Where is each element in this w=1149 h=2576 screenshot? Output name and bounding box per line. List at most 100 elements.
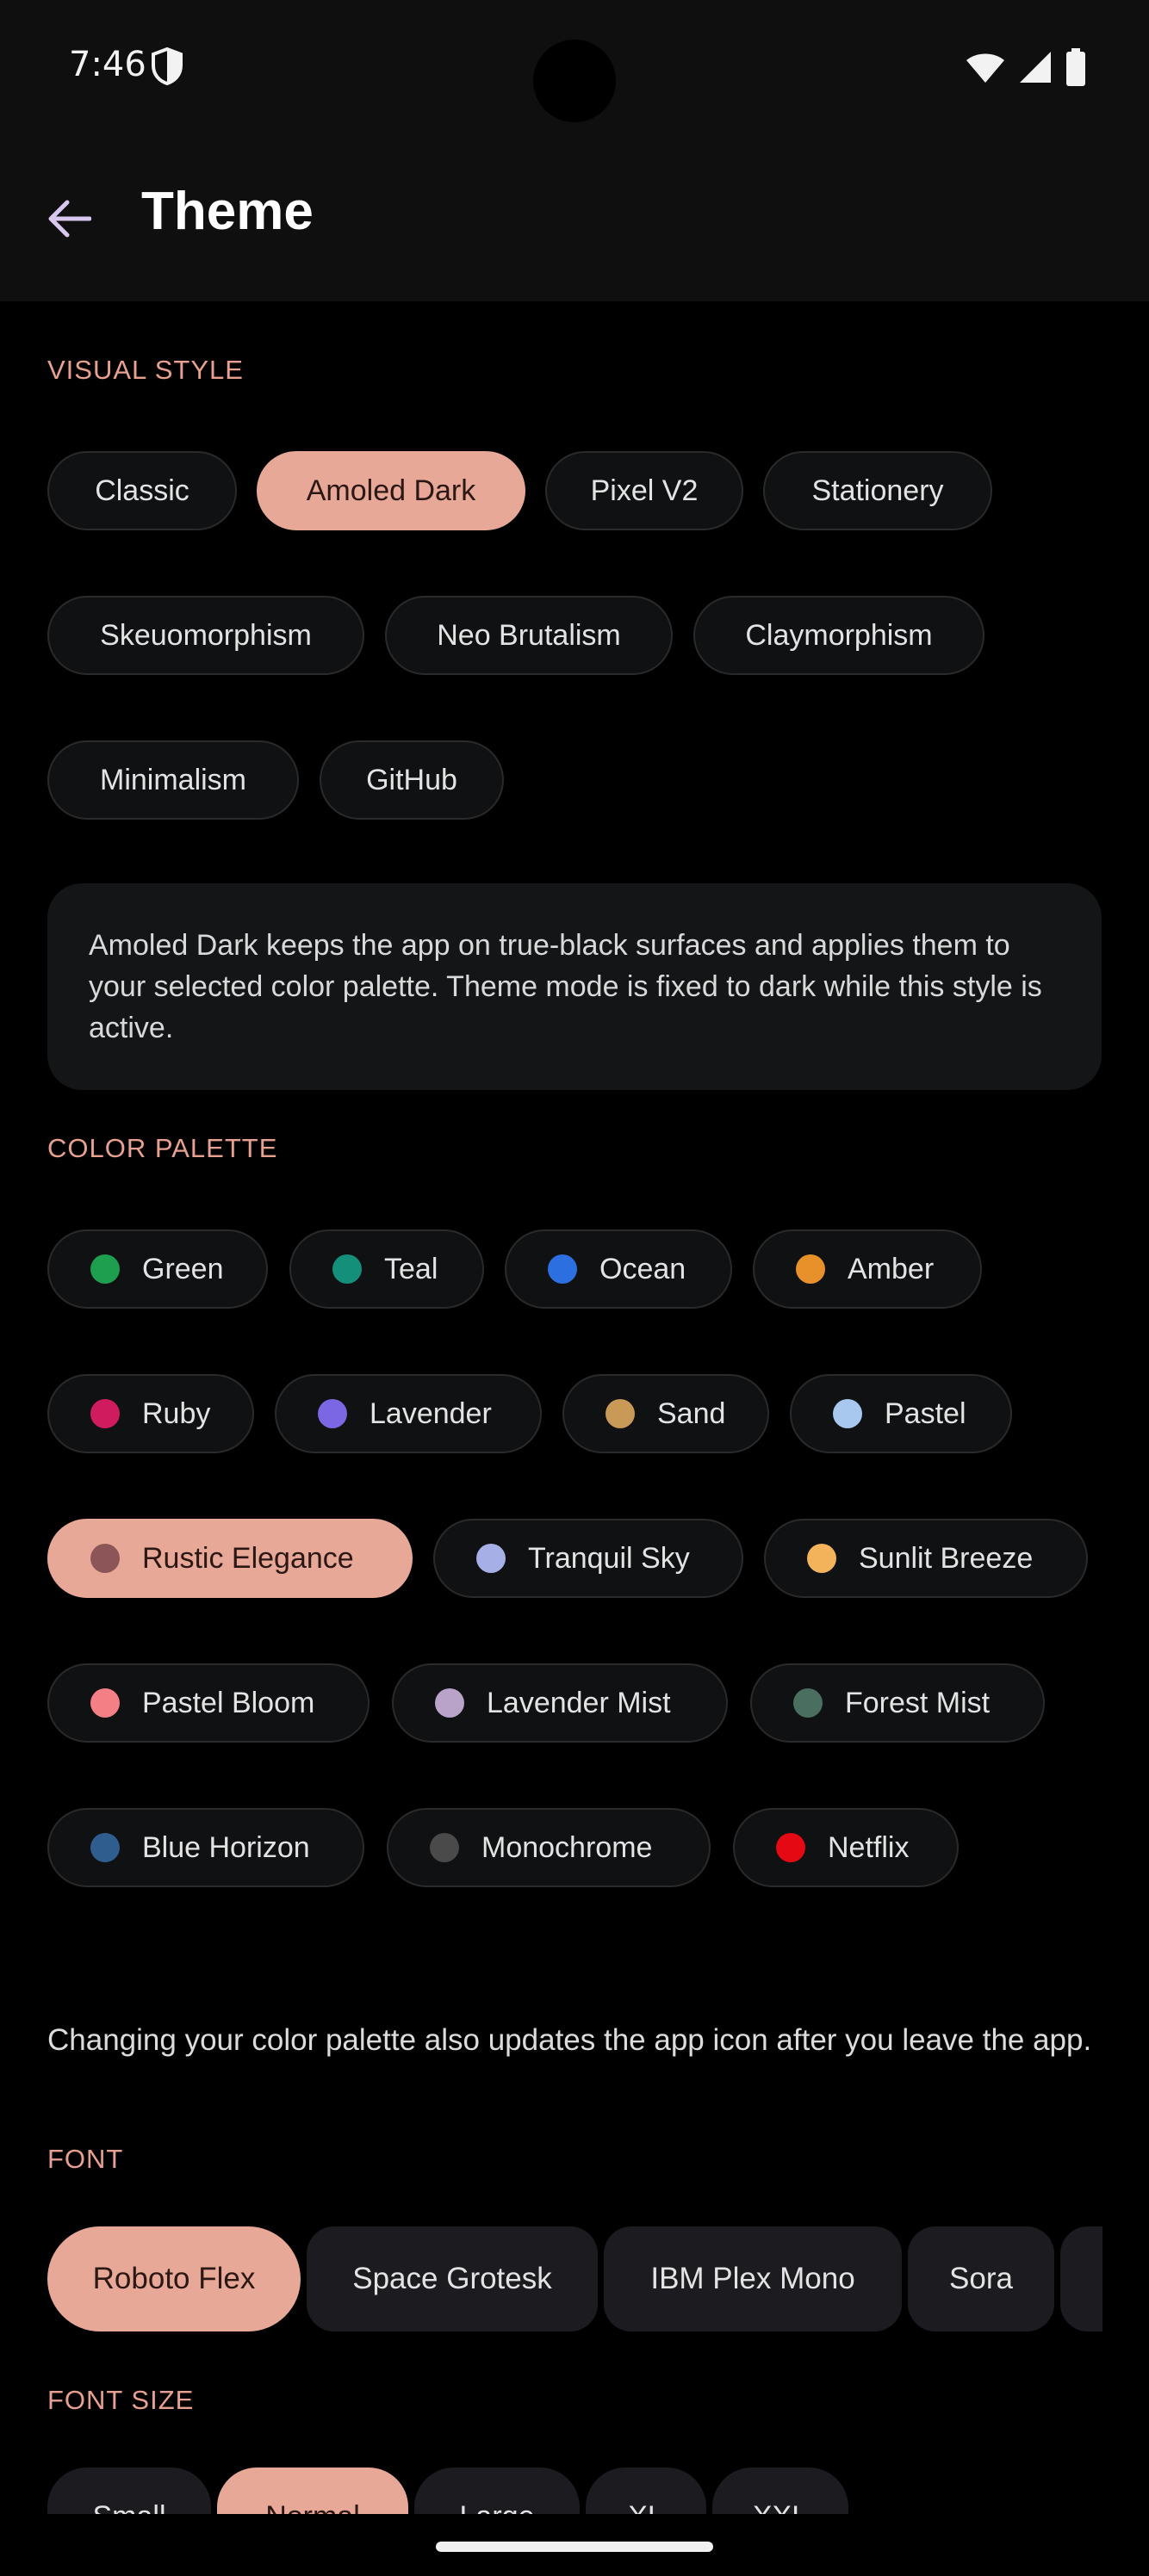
size-chip-normal[interactable]: Normal xyxy=(217,2468,408,2514)
color-swatch xyxy=(90,1688,120,1718)
font-chip-sora[interactable]: Sora xyxy=(908,2226,1054,2331)
color-swatch xyxy=(90,1833,120,1862)
visual-style-heading: VISUAL STYLE xyxy=(47,355,244,385)
chip-label: Minimalism xyxy=(100,763,246,796)
palette-chip-teal[interactable]: Teal xyxy=(289,1229,484,1309)
chip-label: Ruby xyxy=(142,1396,211,1430)
chip-label: Pastel Bloom xyxy=(142,1686,315,1719)
chip-label: Sora xyxy=(949,2262,1013,2295)
style-chip-classic[interactable]: Classic xyxy=(47,451,237,530)
chip-label: Roboto Flex xyxy=(92,2262,256,2295)
font-heading: FONT xyxy=(47,2144,124,2174)
battery-icon xyxy=(1066,48,1085,86)
chip-label: Small xyxy=(92,2500,165,2514)
chip-label: Normal xyxy=(265,2500,360,2514)
style-description: Amoled Dark keeps the app on true-black … xyxy=(89,929,1042,1044)
chip-label: Classic xyxy=(95,474,189,507)
palette-chip-amber[interactable]: Amber xyxy=(753,1229,982,1309)
font-chip-more[interactable] xyxy=(1060,2226,1102,2331)
style-chip-stationery[interactable]: Stationery xyxy=(763,451,992,530)
palette-chip-sand[interactable]: Sand xyxy=(562,1374,769,1453)
style-chip-claymorphism[interactable]: Claymorphism xyxy=(693,596,984,675)
size-chip-small[interactable]: Small xyxy=(47,2468,211,2514)
palette-chip-green[interactable]: Green xyxy=(47,1229,268,1309)
size-chip-xl[interactable]: XL xyxy=(586,2468,706,2514)
palette-chip-blue-horizon[interactable]: Blue Horizon xyxy=(47,1808,364,1887)
chip-label: Lavender xyxy=(370,1396,492,1430)
size-chip-xxl[interactable]: XXL xyxy=(712,2468,848,2514)
color-swatch xyxy=(90,1399,120,1428)
chip-label: Ocean xyxy=(599,1252,686,1285)
palette-chip-ocean[interactable]: Ocean xyxy=(505,1229,732,1309)
chip-label: Teal xyxy=(384,1252,438,1285)
chip-label: Pastel xyxy=(885,1396,966,1430)
back-button[interactable] xyxy=(36,186,102,251)
palette-chip-sunlit-breeze[interactable]: Sunlit Breeze xyxy=(764,1519,1088,1598)
color-swatch xyxy=(435,1688,464,1718)
color-swatch xyxy=(318,1399,347,1428)
chip-label: XXL xyxy=(753,2500,808,2514)
chip-label: Sand xyxy=(657,1396,726,1430)
chip-label: XL xyxy=(628,2500,664,2514)
font-chip-space-grotesk[interactable]: Space Grotesk xyxy=(307,2226,598,2331)
color-swatch xyxy=(90,1254,120,1284)
font-list[interactable]: Roboto Flex Space Grotesk IBM Plex Mono … xyxy=(47,2226,1102,2331)
color-swatch xyxy=(606,1399,635,1428)
chip-label: Rustic Elegance xyxy=(142,1541,354,1575)
color-swatch xyxy=(476,1544,506,1573)
status-icons xyxy=(965,48,1087,86)
palette-note: Changing your color palette also updates… xyxy=(47,2023,1092,2057)
font-size-list[interactable]: Small Normal Large XL XXL xyxy=(47,2468,1102,2514)
page-title: Theme xyxy=(141,182,314,241)
chip-label: Blue Horizon xyxy=(142,1830,310,1864)
style-chip-amoled-dark[interactable]: Amoled Dark xyxy=(257,451,525,530)
chip-label: IBM Plex Mono xyxy=(650,2262,855,2295)
app-bar: Theme xyxy=(0,138,1149,301)
style-chip-github[interactable]: GitHub xyxy=(320,740,504,820)
chip-label: Netflix xyxy=(828,1830,910,1864)
palette-chip-ruby[interactable]: Ruby xyxy=(47,1374,254,1453)
palette-chip-lavender[interactable]: Lavender xyxy=(275,1374,542,1453)
palette-chip-forest-mist[interactable]: Forest Mist xyxy=(750,1663,1045,1743)
style-chip-neo-brutalism[interactable]: Neo Brutalism xyxy=(385,596,673,675)
color-swatch xyxy=(776,1833,805,1862)
color-palette-heading: COLOR PALETTE xyxy=(47,1133,278,1163)
chip-label: Lavender Mist xyxy=(487,1686,671,1719)
palette-chip-pastel[interactable]: Pastel xyxy=(790,1374,1012,1453)
chip-label: Forest Mist xyxy=(845,1686,991,1719)
color-swatch xyxy=(430,1833,459,1862)
chip-label: Tranquil Sky xyxy=(528,1541,690,1575)
palette-chip-tranquil-sky[interactable]: Tranquil Sky xyxy=(433,1519,743,1598)
style-chip-skeuomorphism[interactable]: Skeuomorphism xyxy=(47,596,364,675)
color-swatch xyxy=(90,1544,120,1573)
chip-label: Monochrome xyxy=(481,1830,653,1864)
status-time: 7:46 xyxy=(69,45,146,84)
chip-label: Space Grotesk xyxy=(352,2262,552,2295)
palette-chip-lavender-mist[interactable]: Lavender Mist xyxy=(392,1663,728,1743)
chip-label: Stationery xyxy=(811,474,944,507)
style-chip-minimalism[interactable]: Minimalism xyxy=(47,740,299,820)
palette-chip-netflix[interactable]: Netflix xyxy=(733,1808,959,1887)
font-chip-roboto-flex[interactable]: Roboto Flex xyxy=(47,2226,301,2331)
palette-chip-monochrome[interactable]: Monochrome xyxy=(387,1808,711,1887)
gesture-nav-handle[interactable] xyxy=(436,2542,713,2552)
arrow-back-icon xyxy=(48,200,91,238)
chip-label: GitHub xyxy=(366,763,457,796)
camera-cutout xyxy=(533,40,616,122)
chip-label: Skeuomorphism xyxy=(100,618,312,652)
color-swatch xyxy=(796,1254,825,1284)
chip-label: Amoled Dark xyxy=(306,474,476,507)
palette-chip-pastel-bloom[interactable]: Pastel Bloom xyxy=(47,1663,370,1743)
style-description-card: Amoled Dark keeps the app on true-black … xyxy=(47,883,1102,1090)
shield-icon xyxy=(152,46,183,86)
style-chip-pixel-v2[interactable]: Pixel V2 xyxy=(545,451,743,530)
palette-chip-rustic-elegance[interactable]: Rustic Elegance xyxy=(47,1519,413,1598)
chip-label: Pixel V2 xyxy=(590,474,699,507)
chip-label: Sunlit Breeze xyxy=(859,1541,1034,1575)
wifi-icon xyxy=(966,53,1004,83)
size-chip-large[interactable]: Large xyxy=(414,2468,580,2514)
color-swatch xyxy=(793,1688,823,1718)
chip-label: Neo Brutalism xyxy=(437,618,621,652)
font-chip-ibm-plex-mono[interactable]: IBM Plex Mono xyxy=(604,2226,902,2331)
color-swatch xyxy=(332,1254,362,1284)
